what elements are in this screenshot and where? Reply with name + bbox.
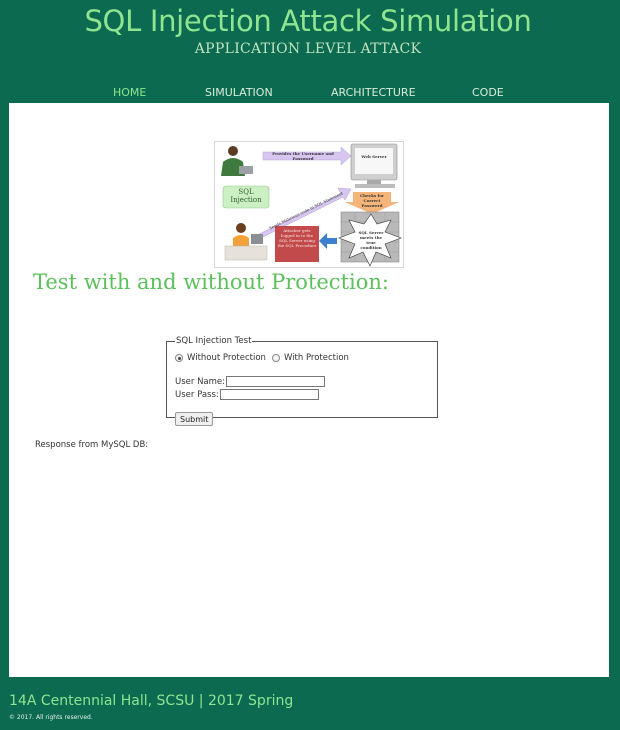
user-figure-head bbox=[228, 146, 238, 156]
attacker-figure-body bbox=[233, 235, 249, 246]
nav-code[interactable]: CODE bbox=[472, 86, 504, 99]
laptop-icon bbox=[239, 166, 253, 174]
footer-address: 14A Centennial Hall, SCSU | 2017 Spring bbox=[9, 693, 294, 709]
page: SQL Injection Attack Simulation APPLICAT… bbox=[0, 0, 620, 730]
desk-icon bbox=[224, 245, 268, 261]
content-panel: Provides the Username and Password Web S… bbox=[9, 103, 609, 677]
attacker-laptop-icon bbox=[251, 234, 263, 244]
label-without-protection[interactable]: Without Protection bbox=[187, 353, 266, 363]
protection-options: Without Protection With Protection bbox=[175, 353, 355, 363]
left-arrow bbox=[319, 233, 337, 249]
sql-injection-test-form: SQL Injection Test Without Protection Wi… bbox=[166, 336, 438, 426]
diagram-label-sql-injection: SQL Injection bbox=[230, 188, 262, 204]
diagram-label-checks: Checks for Correct Password bbox=[360, 193, 384, 208]
monitor-stand bbox=[367, 180, 381, 184]
nav-architecture[interactable]: ARCHITECTURE bbox=[331, 86, 416, 99]
username-row: User Name: bbox=[175, 376, 326, 387]
nav-home[interactable]: HOME bbox=[113, 86, 146, 99]
radio-without-protection[interactable] bbox=[175, 354, 183, 362]
submit-button[interactable]: Submit bbox=[175, 412, 214, 426]
monitor-base bbox=[355, 184, 395, 188]
nav-simulation[interactable]: SIMULATION bbox=[205, 86, 273, 99]
radio-with-protection[interactable] bbox=[271, 354, 280, 362]
password-input[interactable] bbox=[219, 389, 319, 400]
attacker-figure-head bbox=[236, 223, 246, 233]
sql-injection-diagram: Provides the Username and Password Web S… bbox=[214, 141, 404, 268]
site-title: SQL Injection Attack Simulation bbox=[84, 4, 532, 38]
username-input[interactable] bbox=[226, 376, 326, 387]
response-label: Response from MySQL DB: bbox=[35, 440, 149, 450]
form-legend: SQL Injection Test bbox=[176, 336, 252, 346]
diagram-label-web-server: Web Server bbox=[361, 154, 387, 159]
diagram-label-burst: SQL Server meets the true condition bbox=[358, 230, 384, 250]
section-heading: Test with and without Protection: bbox=[33, 270, 389, 294]
web-server-screen bbox=[355, 148, 393, 174]
diagram-label-attacker: Attacker gets logged in to the SQL Serve… bbox=[277, 228, 317, 248]
diagram-label-top: Provides the Username and Password bbox=[272, 151, 334, 161]
footer-copyright: © 2017. All rights reserved. bbox=[9, 714, 93, 721]
site-subtitle: APPLICATION LEVEL ATTACK bbox=[194, 41, 422, 57]
password-label: User Pass: bbox=[175, 389, 219, 400]
username-label: User Name: bbox=[175, 376, 226, 387]
password-row: User Pass: bbox=[175, 389, 319, 400]
label-with-protection[interactable]: With Protection bbox=[284, 353, 349, 363]
